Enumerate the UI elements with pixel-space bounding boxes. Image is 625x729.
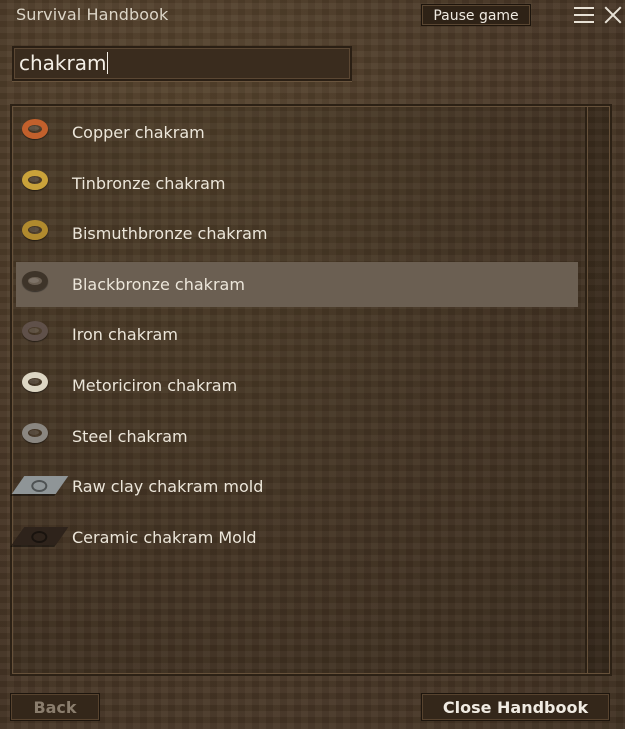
tinbronze-chakram-icon xyxy=(22,170,48,190)
pause-game-button[interactable]: Pause game xyxy=(421,4,531,26)
list-item[interactable]: Metoriciron chakram xyxy=(16,363,578,408)
window-title: Survival Handbook xyxy=(16,5,169,24)
close-handbook-button[interactable]: Close Handbook xyxy=(421,693,610,721)
iron-chakram-icon xyxy=(22,321,48,341)
search-input-value: chakram xyxy=(19,51,107,75)
list-item[interactable]: Raw clay chakram mold xyxy=(11,464,578,509)
list-item[interactable]: Steel chakram xyxy=(16,414,578,459)
list-item[interactable]: Iron chakram xyxy=(16,312,578,357)
bismuthbronze-chakram-icon xyxy=(22,220,48,240)
steel-chakram-icon xyxy=(22,423,48,443)
back-button[interactable]: Back xyxy=(10,693,100,721)
close-icon[interactable] xyxy=(603,5,623,25)
list-item-label: Metoriciron chakram xyxy=(72,376,238,395)
search-input[interactable]: chakram xyxy=(12,46,352,81)
list-item[interactable]: Ceramic chakram Mold xyxy=(11,515,578,560)
raw-clay-mold-icon xyxy=(11,476,69,494)
list-item[interactable]: Tinbronze chakram xyxy=(16,161,578,206)
copper-chakram-icon xyxy=(22,119,48,139)
title-bar: Survival Handbook Pause game xyxy=(0,0,625,32)
blackbronze-chakram-icon xyxy=(22,271,48,291)
list-item-label: Bismuthbronze chakram xyxy=(72,224,268,243)
list-item[interactable]: Bismuthbronze chakram xyxy=(16,211,578,256)
scrollbar[interactable] xyxy=(585,107,609,673)
text-caret xyxy=(107,52,109,74)
list-item[interactable]: Copper chakram xyxy=(16,110,578,155)
list-item-label: Raw clay chakram mold xyxy=(72,477,264,496)
list-item-label: Blackbronze chakram xyxy=(72,275,245,294)
list-item-label: Iron chakram xyxy=(72,325,178,344)
list-item[interactable]: Blackbronze chakram xyxy=(16,262,578,307)
meteoriciron-chakram-icon xyxy=(22,372,48,392)
list-item-label: Tinbronze chakram xyxy=(72,174,226,193)
list-item-label: Ceramic chakram Mold xyxy=(72,528,257,547)
ceramic-mold-icon xyxy=(11,527,69,545)
list-item-label: Steel chakram xyxy=(72,427,188,446)
menu-icon[interactable] xyxy=(574,7,594,23)
list-item-label: Copper chakram xyxy=(72,123,205,142)
